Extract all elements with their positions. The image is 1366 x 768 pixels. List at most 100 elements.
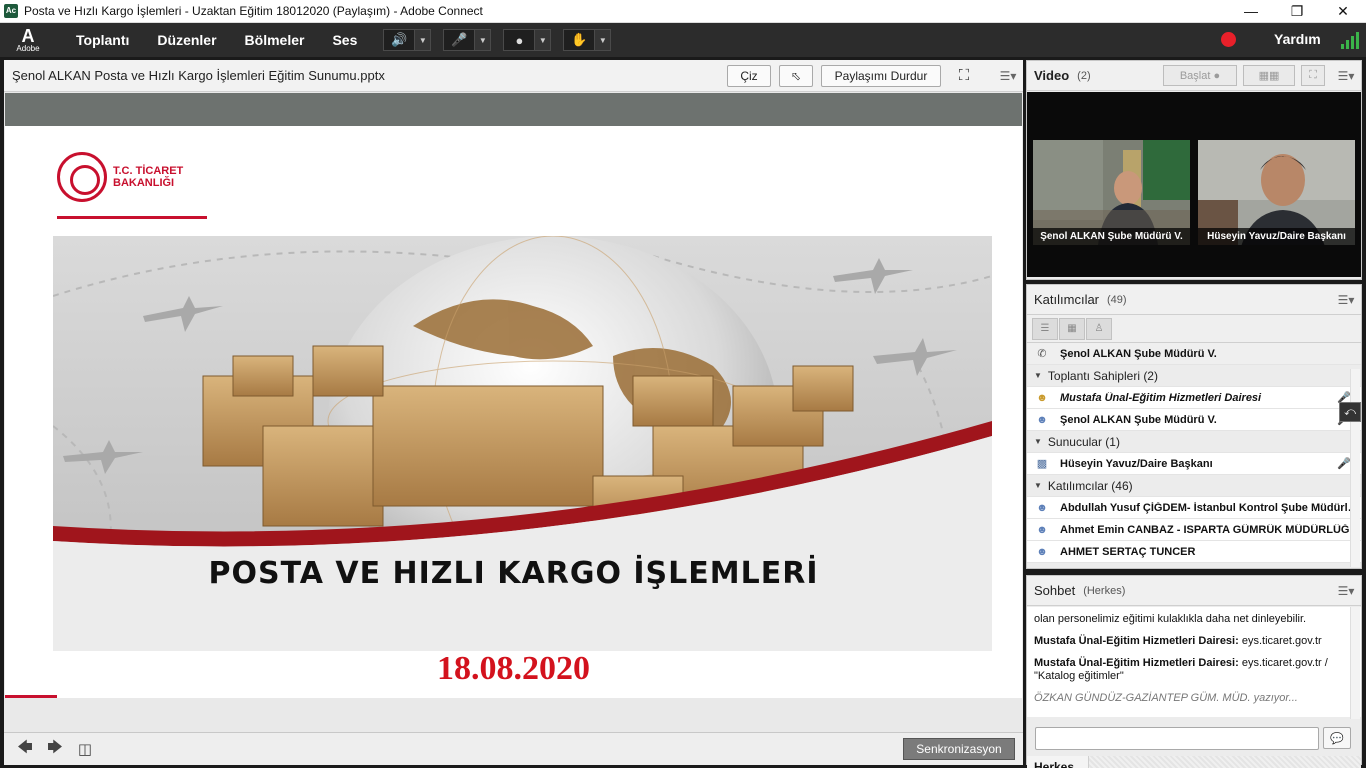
menu-pods[interactable]: Bölmeler xyxy=(231,32,319,48)
chat-tab-everyone[interactable]: Herkes xyxy=(1027,756,1089,768)
chat-message-text: eys.ticaret.gov.tr xyxy=(1238,635,1322,647)
video-pod-menu-icon[interactable]: ☰▾ xyxy=(1331,69,1361,83)
help-menu[interactable]: Yardım xyxy=(1274,31,1321,47)
participant-user-icon: ☻ xyxy=(1036,545,1048,558)
attendees-pod: Katılımcılar (49) ☰▾ ☰ ▦ ♙ ✆ Şenol ALKAN… xyxy=(1026,284,1362,569)
chat-pod-menu-icon[interactable]: ☰▾ xyxy=(1331,584,1361,598)
group-hosts-header[interactable]: ▼ Toplantı Sahipleri (2) xyxy=(1027,365,1361,387)
microphone-dropdown[interactable]: ▼ xyxy=(475,29,492,51)
video-feed-1[interactable]: Şenol ALKAN Şube Müdürü V. xyxy=(1033,140,1190,245)
raise-hand-control: ✋ ▼ xyxy=(563,28,612,52)
draw-button[interactable]: Çiz xyxy=(727,64,771,87)
webcam-small-icon: ● xyxy=(1213,69,1221,82)
adobe-logo: A Adobe xyxy=(0,23,56,57)
speaker-control: 🔊 ▼ xyxy=(383,28,432,52)
menu-layouts[interactable]: Düzenler xyxy=(143,32,230,48)
stop-sharing-button[interactable]: Paylaşımı Durdur xyxy=(821,64,941,87)
start-video-label: Başlat xyxy=(1179,69,1211,82)
raise-hand-icon[interactable]: ✋ xyxy=(563,29,596,51)
ministry-logo: T.C. TİCARET BAKANLIĞI xyxy=(57,152,183,202)
attendees-pod-header: Katılımcılar (49) ☰▾ xyxy=(1027,285,1361,315)
microphone-muted-icon[interactable]: 🎤 xyxy=(443,29,476,51)
speaker-icon[interactable]: 🔊 xyxy=(383,29,416,51)
attendee-name: Hüseyin Yavuz/Daire Başkanı xyxy=(1060,457,1213,470)
attendee-row[interactable]: ☻ Abdullah Yusuf ÇİĞDEM- İstanbul Kontro… xyxy=(1027,497,1361,519)
group-presenters-header[interactable]: ▼ Sunucular (1) xyxy=(1027,431,1361,453)
chat-message: Mustafa Ünal-Eğitim Hizmetleri Dairesi: … xyxy=(1034,635,1347,648)
participant-user-icon: ☻ xyxy=(1036,523,1048,536)
close-button[interactable]: ✕ xyxy=(1320,0,1366,23)
ministry-logo-text: T.C. TİCARET BAKANLIĞI xyxy=(113,165,183,189)
attendees-pod-menu-icon[interactable]: ☰▾ xyxy=(1331,293,1361,307)
attendee-row[interactable]: ☻ Mustafa Ünal-Eğitim Hizmetleri Dairesi… xyxy=(1027,387,1361,409)
group-hosts-label: Toplantı Sahipleri (2) xyxy=(1047,368,1158,383)
group-participants-header[interactable]: ▼ Katılımcılar (46) xyxy=(1027,475,1361,497)
chat-scrollbar[interactable] xyxy=(1350,607,1360,719)
video-fullscreen-icon[interactable]: ⛶ xyxy=(1301,65,1325,86)
attendees-pod-count: (49) xyxy=(1107,293,1127,306)
logo-line1: T.C. TİCARET xyxy=(113,165,184,177)
webcam-dropdown[interactable]: ▼ xyxy=(535,29,552,51)
chat-messages: olan personelimiz eğitimi kulaklıkla dah… xyxy=(1027,607,1361,717)
chat-message-text: olan personelimiz eğitimi kulaklıkla dah… xyxy=(1034,613,1307,625)
menu-audio[interactable]: Ses xyxy=(318,32,371,48)
presenter-user-icon: ▩ xyxy=(1036,458,1048,470)
slide-date: 18.08.2020 xyxy=(437,650,590,687)
pointer-tool-button[interactable]: ⬁ xyxy=(779,64,813,87)
ministry-seal-icon xyxy=(57,152,107,202)
video-feed-2-label: Hüseyin Yavuz/Daire Başkanı xyxy=(1198,228,1355,245)
chat-message-author: Mustafa Ünal-Eğitim Hizmetleri Dairesi: xyxy=(1034,635,1239,647)
list-view-icon[interactable]: ☰ xyxy=(1032,317,1058,340)
collapse-triangle-icon: ▼ xyxy=(1034,437,1042,446)
webcam-icon[interactable]: ● xyxy=(503,29,536,51)
connection-signal-icon xyxy=(1341,29,1359,49)
collapse-panel-icon[interactable]: ⤺ xyxy=(1339,402,1361,422)
chat-pod-title: Sohbet xyxy=(1034,583,1076,598)
slide-corner-accent xyxy=(5,695,57,698)
minimize-button[interactable]: — xyxy=(1228,0,1274,23)
raise-hand-dropdown[interactable]: ▼ xyxy=(595,29,612,51)
chat-pod-header: Sohbet (Herkes) ☰▾ xyxy=(1027,576,1361,606)
start-video-button[interactable]: Başlat ● xyxy=(1163,65,1237,86)
maximize-button[interactable]: ❐ xyxy=(1274,0,1320,23)
attendee-row[interactable]: ☻ AHMET SERTAÇ TUNCER xyxy=(1027,541,1361,563)
video-pod-header: Video (2) Başlat ● ▦▦ ⛶ ☰▾ xyxy=(1027,61,1361,91)
logo-line2: BAKANLIĞI xyxy=(113,177,175,189)
adobe-connect-app-icon: Ac xyxy=(4,4,18,18)
share-pod-header: Şenol ALKAN Posta ve Hızlı Kargo İşlemle… xyxy=(4,60,1023,92)
video-feed-2[interactable]: Hüseyin Yavuz/Daire Başkanı xyxy=(1198,140,1355,245)
microphone-control: 🎤 ▼ xyxy=(443,28,492,52)
menu-meeting[interactable]: Toplantı xyxy=(62,32,143,48)
current-speaker-name: Şenol ALKAN Şube Müdürü V. xyxy=(1060,347,1217,360)
recording-indicator-icon[interactable] xyxy=(1221,32,1236,47)
webcam-control: ● ▼ xyxy=(503,28,552,52)
attendee-row[interactable]: ☻ Şenol ALKAN Şube Müdürü V. 🎤 xyxy=(1027,409,1361,431)
video-layout-toggle[interactable]: ▦▦ xyxy=(1243,65,1295,86)
attendee-row[interactable]: ▩ Hüseyin Yavuz/Daire Başkanı 🎤 xyxy=(1027,453,1361,475)
chat-input[interactable] xyxy=(1035,726,1319,750)
speaker-dropdown[interactable]: ▼ xyxy=(415,29,432,51)
pointer-icon: ⬁ xyxy=(790,68,802,83)
next-slide-icon[interactable]: 🡆 xyxy=(40,739,70,759)
menu-bar: A Adobe Toplantı Düzenler Bölmeler Ses 🔊… xyxy=(0,23,1366,57)
attendees-scrollbar[interactable] xyxy=(1350,369,1360,567)
current-speaker-row: ✆ Şenol ALKAN Şube Müdürü V. xyxy=(1027,343,1361,365)
share-pod-footer: 🡄 🡆 ◫ Senkronizasyon xyxy=(4,732,1023,765)
attendee-status-icon[interactable]: ♙ xyxy=(1086,317,1112,340)
sidebar-toggle-icon[interactable]: ◫ xyxy=(70,739,100,759)
slide-viewport: T.C. TİCARET BAKANLIĞI POSTA VE HIZLI KA… xyxy=(5,93,1022,698)
breakout-view-icon[interactable]: ▦ xyxy=(1059,317,1085,340)
previous-slide-icon[interactable]: 🡄 xyxy=(10,739,40,759)
attendee-name: Mustafa Ünal-Eğitim Hizmetleri Dairesi xyxy=(1060,391,1262,404)
adobe-logo-mark: A xyxy=(21,25,35,46)
slide-title: POSTA VE HIZLI KARGO İŞLEMLERİ xyxy=(208,556,819,591)
sync-button[interactable]: Senkronizasyon xyxy=(903,738,1015,760)
pod-options-menu-icon[interactable]: ☰▾ xyxy=(993,69,1023,83)
send-message-icon[interactable]: 💬 xyxy=(1323,727,1351,749)
fullscreen-icon[interactable]: ⛶ xyxy=(949,67,979,84)
video-pod-count: (2) xyxy=(1077,69,1091,82)
group-presenters-label: Sunucular (1) xyxy=(1047,434,1120,449)
host-user-icon: ☻ xyxy=(1036,391,1048,404)
share-pod-title: Şenol ALKAN Posta ve Hızlı Kargo İşlemle… xyxy=(12,68,385,83)
attendee-row[interactable]: ☻ Ahmet Emin CANBAZ - ISPARTA GÜMRÜK MÜD… xyxy=(1027,519,1361,541)
